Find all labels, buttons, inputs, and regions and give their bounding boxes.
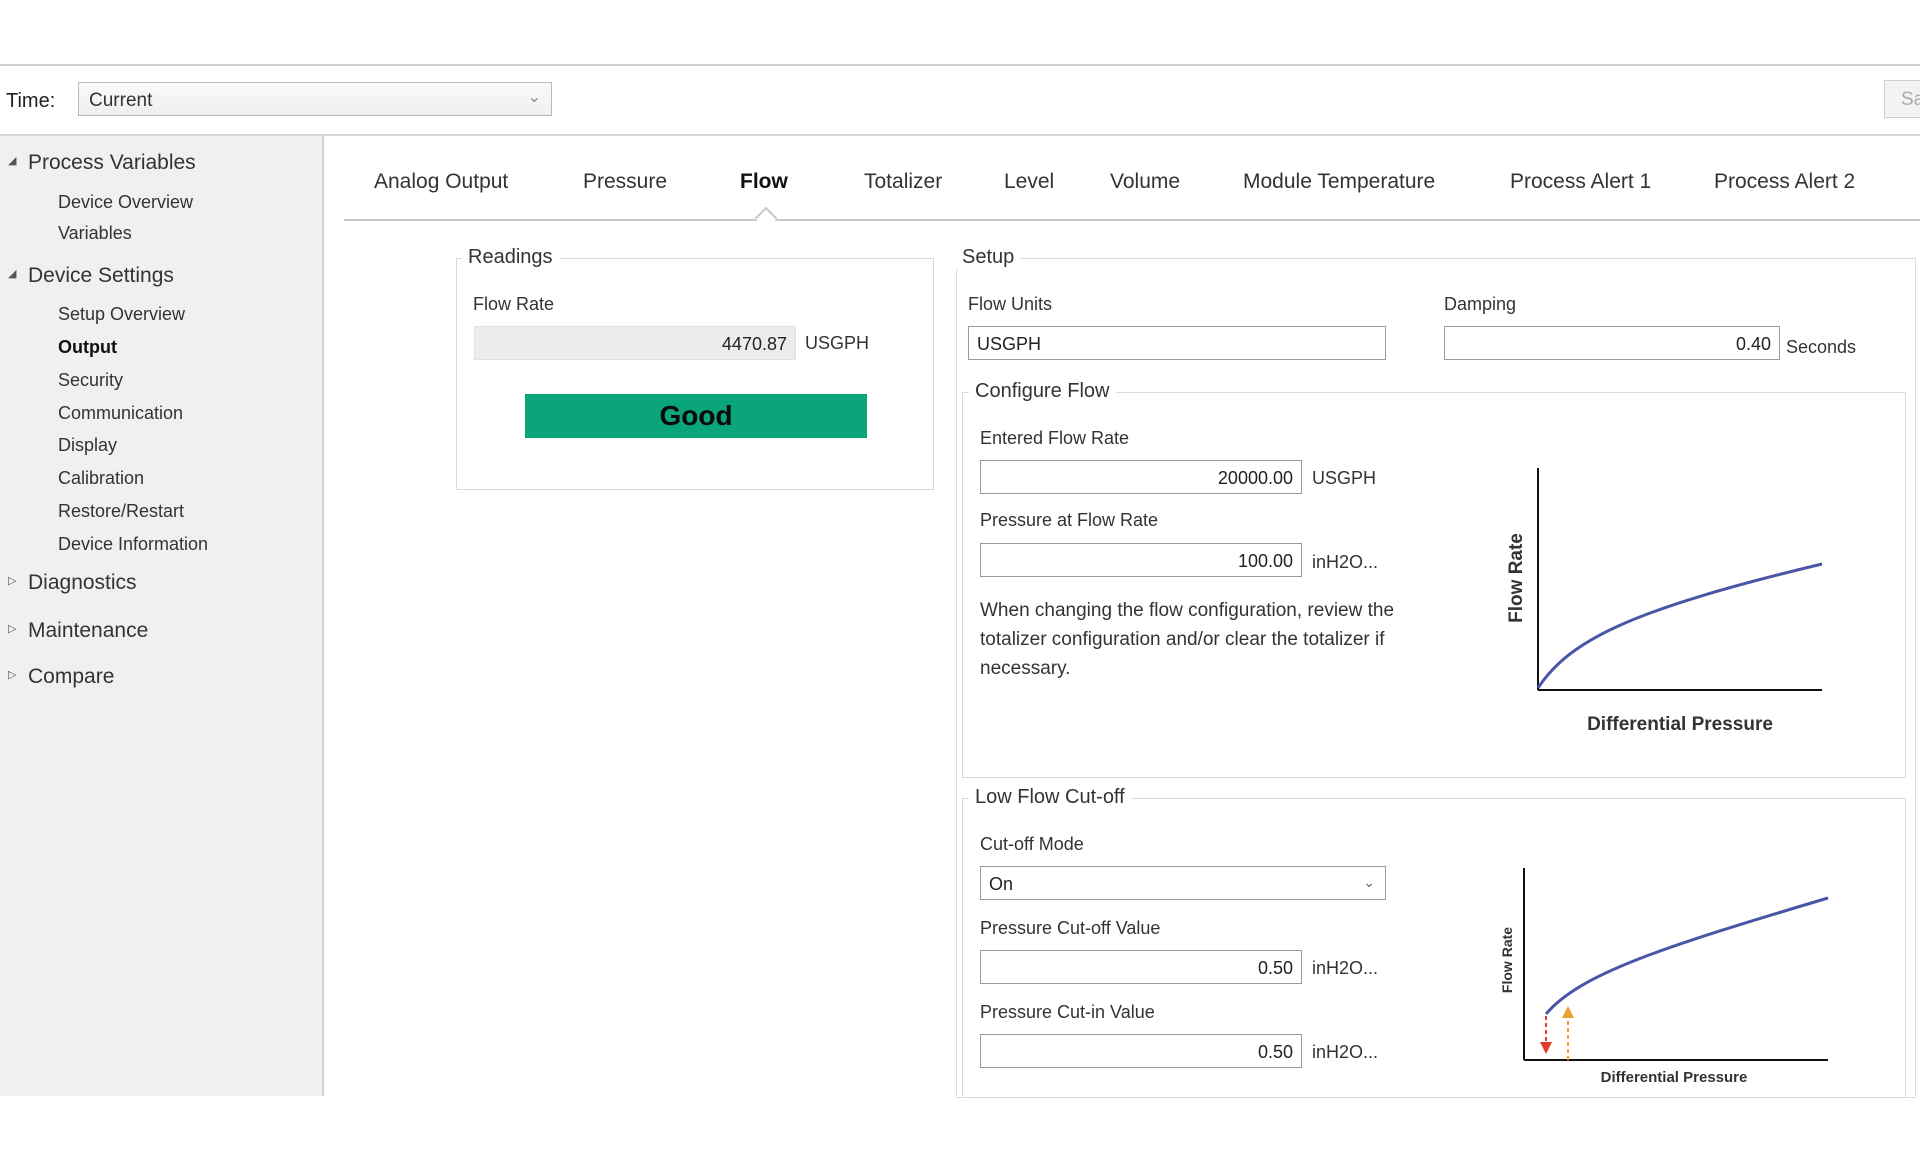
low-flow-cutoff-title: Low Flow Cut-off	[969, 786, 1131, 809]
save-button[interactable]: Sa	[1884, 80, 1920, 118]
pressure-cutoff-label: Pressure Cut-off Value	[980, 918, 1161, 938]
collapsed-triangle-icon: ▷	[8, 575, 17, 587]
pressure-at-flow-rate-unit: inH2O...	[1312, 552, 1379, 572]
tab-analog-output[interactable]: Analog Output	[374, 170, 508, 194]
cutoff-mode-dropdown[interactable]: On ⌄	[980, 866, 1386, 900]
flow-rate-readout: 4470.87	[474, 326, 796, 360]
chevron-down-icon: ⌄	[527, 89, 541, 106]
time-dropdown-value: Current	[89, 90, 153, 111]
tree-label: Compare	[28, 665, 115, 688]
pressure-cutin-unit: inH2O...	[1312, 1042, 1379, 1062]
sidebar-item-restore-restart[interactable]: Restore/Restart	[58, 501, 184, 522]
pressure-cutin-label: Pressure Cut-in Value	[980, 1002, 1155, 1022]
tab-pressure[interactable]: Pressure	[583, 170, 667, 194]
graph-x-label: Differential Pressure	[1601, 1069, 1748, 1086]
tree-label: Maintenance	[28, 619, 149, 642]
damping-unit: Seconds	[1786, 337, 1857, 357]
graph-y-label: Flow Rate	[1499, 927, 1515, 993]
flow-curve	[1544, 896, 1829, 1015]
tab-flow[interactable]: Flow	[740, 170, 788, 194]
sidebar-item-communication[interactable]: Communication	[58, 403, 183, 424]
tab-module-temperature[interactable]: Module Temperature	[1243, 170, 1435, 194]
cutoff-mode-label: Cut-off Mode	[980, 834, 1084, 854]
tree-label: Device Settings	[28, 264, 174, 287]
flow-units-field[interactable]: USGPH	[968, 326, 1386, 360]
flow-rate-unit: USGPH	[805, 333, 870, 353]
flow-curve	[1536, 562, 1823, 689]
pressure-cutoff-unit: inH2O...	[1312, 958, 1379, 978]
expanded-triangle-icon: ◢	[8, 268, 17, 280]
expanded-triangle-icon: ◢	[8, 155, 17, 167]
tab-totalizer[interactable]: Totalizer	[864, 170, 942, 194]
arrow-up-icon	[1562, 1006, 1574, 1018]
flow-curve-graph: Flow Rate Differential Pressure	[1506, 468, 1823, 735]
entered-flow-rate-label: Entered Flow Rate	[980, 428, 1130, 448]
damping-field[interactable]: 0.40	[1444, 326, 1780, 360]
sidebar-item-calibration[interactable]: Calibration	[58, 468, 144, 489]
chevron-down-icon: ⌄	[1363, 874, 1375, 890]
low-flow-cutoff-graph: Flow Rate Differential Pressure	[1499, 868, 1829, 1086]
sidebar-item-device-overview[interactable]: Device Overview	[58, 192, 193, 213]
sidebar-item-display[interactable]: Display	[58, 435, 117, 456]
flow-rate-label: Flow Rate	[473, 294, 555, 314]
tree-compare[interactable]: ▷ Compare	[8, 665, 115, 689]
totalizer-note: When changing the flow configuration, re…	[980, 600, 1395, 679]
sidebar-item-device-information[interactable]: Device Information	[58, 534, 208, 555]
collapsed-triangle-icon: ▷	[8, 623, 17, 635]
time-dropdown[interactable]: Current ⌄	[78, 82, 552, 116]
configure-flow-title: Configure Flow	[969, 380, 1116, 403]
readings-group	[456, 258, 934, 490]
pressure-at-flow-rate-label: Pressure at Flow Rate	[980, 510, 1159, 530]
flow-units-label: Flow Units	[968, 294, 1053, 314]
tab-process-alert-1[interactable]: Process Alert 1	[1510, 170, 1651, 194]
entered-flow-rate-field[interactable]: 20000.00	[980, 460, 1302, 494]
tree-label: Diagnostics	[28, 571, 137, 594]
tree-process-variables[interactable]: ◢ Process Variables	[8, 151, 196, 175]
readings-title: Readings	[462, 246, 559, 269]
cutoff-mode-value: On	[989, 874, 1014, 894]
sidebar-item-output[interactable]: Output	[58, 337, 117, 358]
status-badge: Good	[525, 394, 867, 438]
tree-maintenance[interactable]: ▷ Maintenance	[8, 619, 149, 643]
pressure-at-flow-rate-field[interactable]: 100.00	[980, 543, 1302, 577]
time-label: Time:	[6, 90, 56, 112]
graph-x-label: Differential Pressure	[1587, 714, 1773, 735]
tree-diagnostics[interactable]: ▷ Diagnostics	[8, 571, 137, 595]
tree-device-settings[interactable]: ◢ Device Settings	[8, 264, 174, 288]
sidebar: ◢ Process Variables Device Overview Vari…	[0, 136, 324, 1096]
setup-title: Setup	[956, 246, 1021, 269]
pressure-cutin-field[interactable]: 0.50	[980, 1034, 1302, 1068]
graph-y-label: Flow Rate	[1506, 533, 1527, 623]
tab-level[interactable]: Level	[1004, 170, 1054, 194]
tab-process-alert-2[interactable]: Process Alert 2	[1714, 170, 1855, 194]
entered-flow-rate-unit: USGPH	[1312, 468, 1377, 488]
damping-label: Damping	[1444, 294, 1517, 314]
tree-label: Process Variables	[28, 151, 196, 174]
sidebar-item-security[interactable]: Security	[58, 370, 123, 391]
sidebar-item-setup-overview[interactable]: Setup Overview	[58, 304, 185, 325]
active-tab-caret	[754, 206, 778, 230]
arrow-down-icon	[1540, 1042, 1552, 1054]
pressure-cutoff-field[interactable]: 0.50	[980, 950, 1302, 984]
collapsed-triangle-icon: ▷	[8, 669, 17, 681]
tabs-divider	[344, 219, 1920, 221]
sidebar-item-variables[interactable]: Variables	[58, 223, 132, 244]
tab-volume[interactable]: Volume	[1110, 170, 1180, 194]
